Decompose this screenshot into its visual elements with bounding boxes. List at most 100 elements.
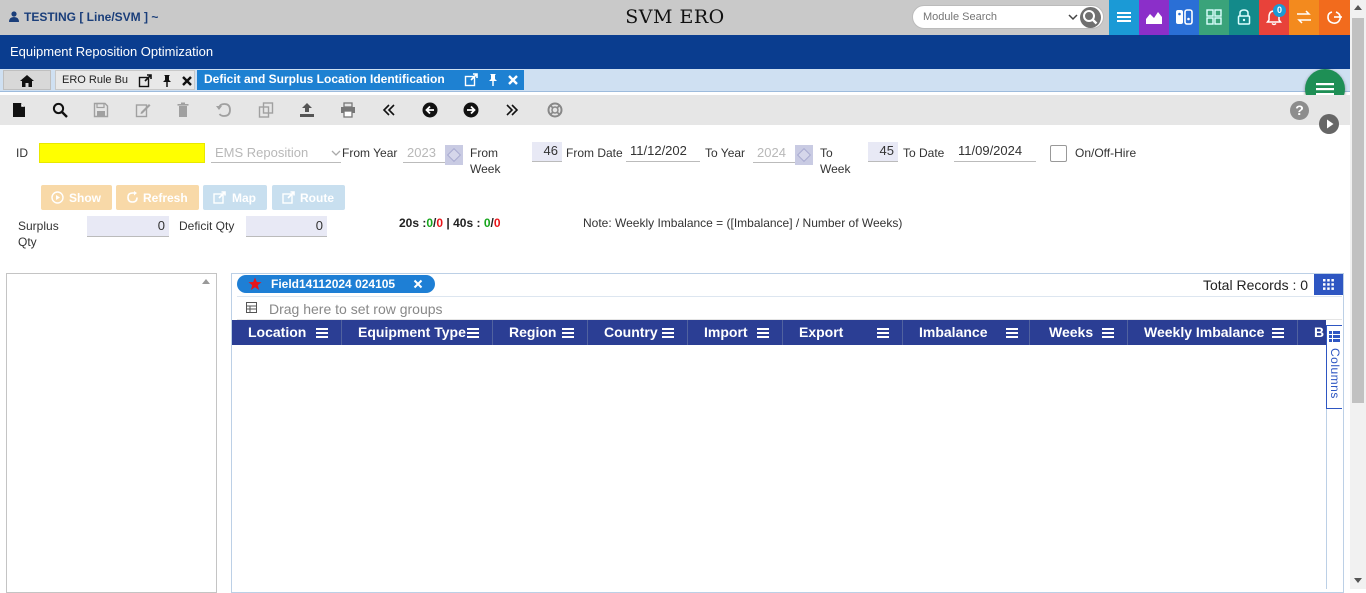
to-date-input[interactable]: 11/09/2024 <box>954 142 1036 162</box>
previous-icon[interactable] <box>422 102 438 118</box>
notifications-button[interactable]: 0 <box>1259 0 1289 35</box>
pin-icon[interactable] <box>160 74 174 88</box>
delete-icon[interactable] <box>175 102 191 118</box>
save-icon[interactable] <box>93 102 109 118</box>
onoff-hire-checkbox[interactable] <box>1050 145 1067 162</box>
undo-icon[interactable] <box>216 102 232 118</box>
column-menu-icon[interactable] <box>467 327 479 338</box>
user-menu[interactable]: TESTING [ Line/SVM ] ~ <box>9 10 158 24</box>
switch-button[interactable] <box>1169 0 1199 35</box>
column-header-export[interactable]: Export <box>783 320 903 345</box>
module-search[interactable] <box>912 5 1104 29</box>
search-button[interactable] <box>1080 7 1101 28</box>
upload-icon[interactable] <box>299 102 315 118</box>
play-icon[interactable] <box>1319 114 1339 134</box>
to-year-stepper[interactable] <box>795 145 813 165</box>
column-menu-icon[interactable] <box>757 327 769 338</box>
tab-strip: ERO Rule Bu Deficit and Surplus Location… <box>0 69 1350 92</box>
tab-deficit-surplus[interactable]: Deficit and Surplus Location Identificat… <box>197 70 524 90</box>
scroll-up-arrow-icon[interactable] <box>1354 5 1362 10</box>
help-icon[interactable]: ? <box>1290 101 1309 120</box>
column-menu-icon[interactable] <box>877 327 889 338</box>
menu-button[interactable] <box>1109 0 1139 35</box>
container-summary: 20s :0/0 | 40s : 0/0 <box>399 216 501 230</box>
column-menu-icon[interactable] <box>662 327 674 338</box>
app-title: SVM ERO <box>625 6 725 28</box>
column-menu-icon[interactable] <box>562 327 574 338</box>
pin-icon[interactable] <box>486 73 500 87</box>
column-header-b[interactable]: B <box>1298 320 1326 345</box>
column-header-weeks[interactable]: Weeks <box>1030 320 1128 345</box>
copy-icon[interactable] <box>258 102 274 118</box>
row-group-icon <box>246 302 257 313</box>
column-header-weekly-imbalance[interactable]: Weekly Imbalance <box>1128 320 1298 345</box>
transfer-button[interactable] <box>1289 0 1319 35</box>
column-header-country[interactable]: Country <box>588 320 688 345</box>
search-icon[interactable] <box>52 102 68 118</box>
from-year-input[interactable]: 2023 <box>403 143 445 163</box>
columns-side-panel-toggle[interactable]: Columns <box>1326 325 1342 409</box>
open-external-icon[interactable] <box>464 73 478 87</box>
print-icon[interactable] <box>340 102 356 118</box>
to-year-input[interactable]: 2024 <box>753 143 795 163</box>
toolbar <box>0 95 1350 125</box>
close-icon[interactable] <box>506 73 520 87</box>
lifebuoy-icon[interactable] <box>547 102 563 118</box>
open-external-icon[interactable] <box>138 74 152 88</box>
close-icon[interactable] <box>413 279 423 289</box>
tab-ero-rule[interactable]: ERO Rule Bu <box>55 70 195 90</box>
surplus-qty-label-2: Qty <box>18 235 37 249</box>
edit-icon[interactable] <box>135 102 151 118</box>
columns-icon <box>1329 331 1340 342</box>
chevron-down-icon[interactable] <box>1067 11 1079 23</box>
dashboard-button[interactable] <box>1139 0 1169 35</box>
left-panel[interactable] <box>6 273 217 593</box>
column-header-location[interactable]: Location <box>232 320 342 345</box>
column-header-import[interactable]: Import <box>688 320 783 345</box>
deficit-qty-label: Deficit Qty <box>179 219 235 233</box>
column-header-region[interactable]: Region <box>493 320 588 345</box>
show-button-label: Show <box>69 191 101 205</box>
map-button-label: Map <box>232 191 256 205</box>
next-icon[interactable] <box>463 102 479 118</box>
field-chip[interactable]: Field14112024 024105 <box>237 275 435 293</box>
module-search-input[interactable] <box>923 9 1068 25</box>
scroll-up-arrow-icon[interactable] <box>202 279 210 284</box>
page-scrollbar[interactable] <box>1350 0 1366 589</box>
lock-button[interactable] <box>1229 0 1259 35</box>
column-header-label: Imbalance <box>919 324 988 340</box>
refresh-button[interactable]: Refresh <box>116 185 199 210</box>
user-label: TESTING [ Line/SVM ] ~ <box>24 10 159 24</box>
refresh-icon <box>127 191 138 203</box>
column-menu-icon[interactable] <box>1102 327 1114 338</box>
row-group-drop-zone[interactable]: Drag here to set row groups <box>237 296 1342 320</box>
show-button[interactable]: Show <box>41 185 112 210</box>
tab-home[interactable] <box>3 70 51 90</box>
new-document-icon[interactable] <box>11 102 27 118</box>
last-page-icon[interactable] <box>504 102 520 118</box>
logout-button[interactable] <box>1319 0 1350 35</box>
ems-select[interactable]: EMS Reposition <box>211 143 341 163</box>
map-button[interactable]: Map <box>203 185 267 210</box>
column-menu-icon[interactable] <box>1272 327 1284 338</box>
apps-button[interactable] <box>1199 0 1229 35</box>
scrollbar-thumb[interactable] <box>1352 18 1364 403</box>
to-year-label: To Year <box>705 146 746 160</box>
to-week-input[interactable]: 45 <box>868 142 898 162</box>
route-button[interactable]: Route <box>272 185 345 210</box>
grid-options-button[interactable] <box>1314 274 1343 295</box>
column-header-equipment-type[interactable]: Equipment Type <box>342 320 493 345</box>
deficit-qty-input[interactable]: 0 <box>246 216 327 237</box>
column-menu-icon[interactable] <box>1006 327 1018 338</box>
column-header-imbalance[interactable]: Imbalance <box>903 320 1030 345</box>
id-input[interactable] <box>39 143 205 163</box>
from-week-input[interactable]: 46 <box>532 142 562 162</box>
from-year-stepper[interactable] <box>445 145 463 165</box>
column-menu-icon[interactable] <box>316 327 328 338</box>
first-page-icon[interactable] <box>381 102 397 118</box>
from-date-input[interactable]: 11/12/202 <box>626 142 700 162</box>
column-header-label: Region <box>509 324 557 340</box>
scroll-down-arrow-icon[interactable] <box>1354 578 1362 583</box>
surplus-qty-input[interactable]: 0 <box>87 216 169 237</box>
close-icon[interactable] <box>180 74 194 88</box>
